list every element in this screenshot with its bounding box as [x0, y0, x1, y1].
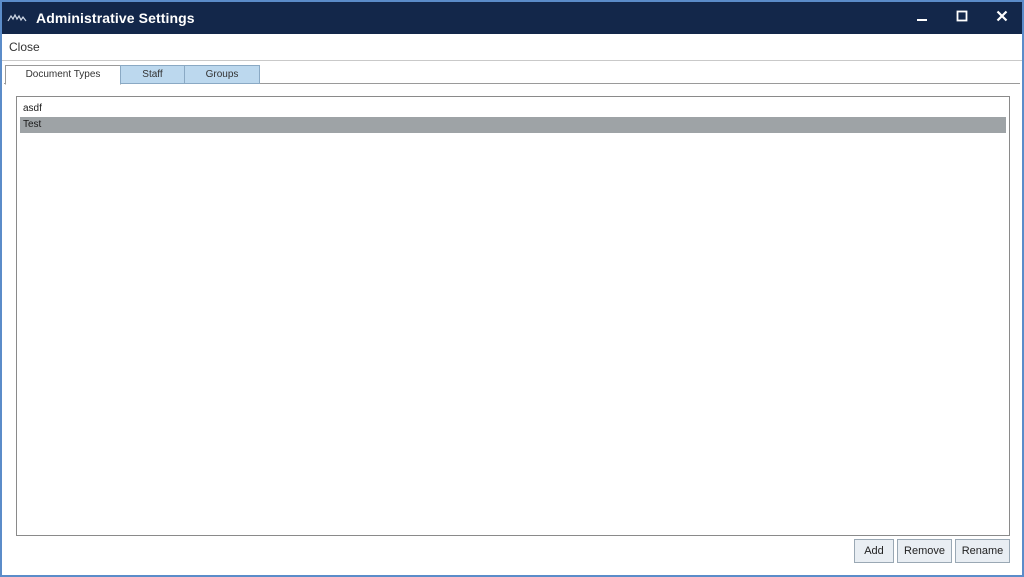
tab-strip: Document Types Staff Groups — [4, 65, 1020, 85]
minimize-icon — [916, 9, 928, 27]
tab-staff[interactable]: Staff — [120, 65, 185, 84]
document-types-list[interactable]: asdf Test — [16, 96, 1010, 536]
app-logo-icon — [7, 11, 29, 25]
rename-button[interactable]: Rename — [955, 539, 1010, 563]
remove-button[interactable]: Remove — [897, 539, 952, 563]
maximize-icon — [956, 9, 968, 27]
add-button[interactable]: Add — [854, 539, 894, 563]
window-title: Administrative Settings — [36, 10, 195, 26]
title-bar[interactable]: Administrative Settings — [2, 2, 1022, 34]
close-window-button[interactable] — [982, 2, 1022, 34]
menu-bar: Close — [2, 34, 1022, 61]
minimize-button[interactable] — [902, 2, 942, 34]
admin-settings-window: Administrative Settings Close Document T… — [0, 0, 1024, 577]
list-item[interactable]: asdf — [20, 101, 1006, 117]
tab-document-types[interactable]: Document Types — [5, 65, 121, 85]
tab-groups[interactable]: Groups — [184, 65, 260, 84]
list-item-selected[interactable]: Test — [20, 117, 1006, 133]
menu-close-item[interactable]: Close — [9, 40, 40, 54]
close-icon — [996, 9, 1008, 27]
maximize-button[interactable] — [942, 2, 982, 34]
